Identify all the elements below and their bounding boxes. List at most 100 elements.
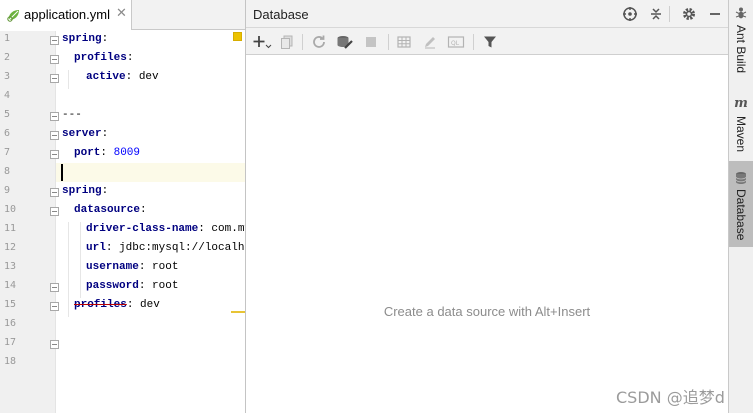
yaml-key: username [86,261,139,273]
fold-marker-icon[interactable] [50,36,59,45]
ant-icon [734,6,748,20]
editor-tab-label: application.yml [24,7,110,22]
code-line: 1 spring: [4,33,109,45]
line-number: 13 [4,261,17,272]
database-header: Database [246,0,728,28]
yaml-spring-leaf-icon [6,8,22,22]
line-number: 12 [4,242,17,253]
add-icon[interactable] [252,32,272,52]
line-number: 8 [4,166,11,177]
target-icon[interactable] [621,5,639,23]
yaml-key: profiles [74,52,127,64]
line-number: 2 [4,52,11,63]
fold-marker-icon[interactable] [50,207,59,216]
code-line: 4 [0,88,245,107]
warning-stripe-marker[interactable] [231,311,245,313]
line-number: 11 [4,223,17,234]
line-number: 9 [4,185,11,196]
line-number: 18 [4,356,17,367]
collapse-icon[interactable] [647,5,665,23]
yaml-key: url [86,242,106,254]
console-icon[interactable]: QL [446,32,466,52]
code-line: 16 [0,316,245,335]
fold-marker-icon[interactable] [50,74,59,83]
header-separator [669,6,670,22]
sidebar-tab-label: Maven [734,116,748,153]
schema-sync-icon[interactable] [335,32,355,52]
code-line: 7 port: 8009 [4,147,141,159]
gear-icon[interactable] [680,5,698,23]
code-line: 2 profiles: [4,52,134,64]
sidebar-tab-label: Database [734,189,748,241]
right-tool-sidebar: Ant Build m Maven Database [728,0,753,413]
code-line: 13 username: root [4,261,179,273]
toolbar-separator [473,34,474,50]
fold-marker-icon[interactable] [50,150,59,159]
table-icon[interactable] [394,32,414,52]
line-number: 3 [4,71,11,82]
editor-tab-application-yml[interactable]: application.yml ✕ [0,0,132,30]
code-line: 5 --- [0,107,245,126]
fold-marker-icon[interactable] [50,283,59,292]
line-number: 10 [4,204,17,215]
line-number: 1 [4,33,11,44]
sidebar-tab-maven[interactable]: m Maven [729,92,753,154]
line-number: 7 [4,147,11,158]
yaml-value: jdbc:mysql://localhost [119,242,245,254]
code-line: 12 url: jdbc:mysql://localhost [0,240,245,259]
code-line: 9 spring: [4,185,109,197]
filter-icon[interactable] [480,32,500,52]
code-line: 8 [0,164,245,183]
watermark-text: CSDN @追梦d [616,388,725,407]
toolbar-separator [388,34,389,50]
yaml-value: root [152,261,179,273]
code-line: 18 [0,354,245,373]
yaml-key: spring [62,185,102,197]
yaml-key: active [86,71,126,83]
sidebar-tab-ant-build[interactable]: Ant Build [729,6,753,82]
yaml-value: root [152,280,179,292]
database-title: Database [253,7,309,22]
yaml-key: driver-class-name [86,223,199,235]
duplicate-icon[interactable] [277,32,297,52]
line-number: 15 [4,299,17,310]
editor-panel: application.yml ✕ 1 spring: 2 profiles: … [0,0,245,413]
line-number: 17 [4,337,17,348]
maven-icon: m [734,95,748,111]
line-number: 16 [4,318,17,329]
sidebar-tab-database[interactable]: Database [729,161,753,247]
code-line: 17 [0,335,245,354]
code-line: 3 active: dev [4,71,159,83]
stop-icon[interactable] [361,32,381,52]
line-number: 14 [4,280,17,291]
fold-marker-icon[interactable] [50,55,59,64]
yaml-key: datasource [74,204,141,216]
code-line: 15 profiles: dev [4,299,160,311]
close-icon[interactable]: ✕ [116,6,127,22]
minimize-icon[interactable] [706,5,724,23]
code-line: 11 driver-class-name: com.mysq [0,221,245,240]
refresh-icon[interactable] [309,32,329,52]
text-caret [61,164,63,181]
fold-marker-icon[interactable] [50,302,59,311]
fold-marker-icon[interactable] [50,112,59,121]
code-line: 6 server: [4,128,109,140]
line-number: 4 [4,90,11,101]
svg-text:QL: QL [451,40,460,47]
yaml-key: spring [62,33,102,45]
toolbar-separator [302,34,303,50]
edit-icon[interactable] [420,32,440,52]
database-tool-window: Database QL Create a data source with Al… [246,0,728,413]
fold-marker-icon[interactable] [50,188,59,197]
code-line: 14 password: root [4,280,179,292]
inspection-status-icon[interactable] [233,32,242,41]
sidebar-tab-label: Ant Build [734,25,748,74]
yaml-key: server [62,128,102,140]
yaml-value: com.mysq [211,223,245,235]
line-number: 6 [4,128,11,139]
database-toolbar: QL [246,28,728,55]
fold-marker-icon[interactable] [50,340,59,349]
fold-marker-icon[interactable] [50,131,59,140]
editor-tabbar: application.yml ✕ [0,0,245,30]
database-icon [734,171,748,185]
